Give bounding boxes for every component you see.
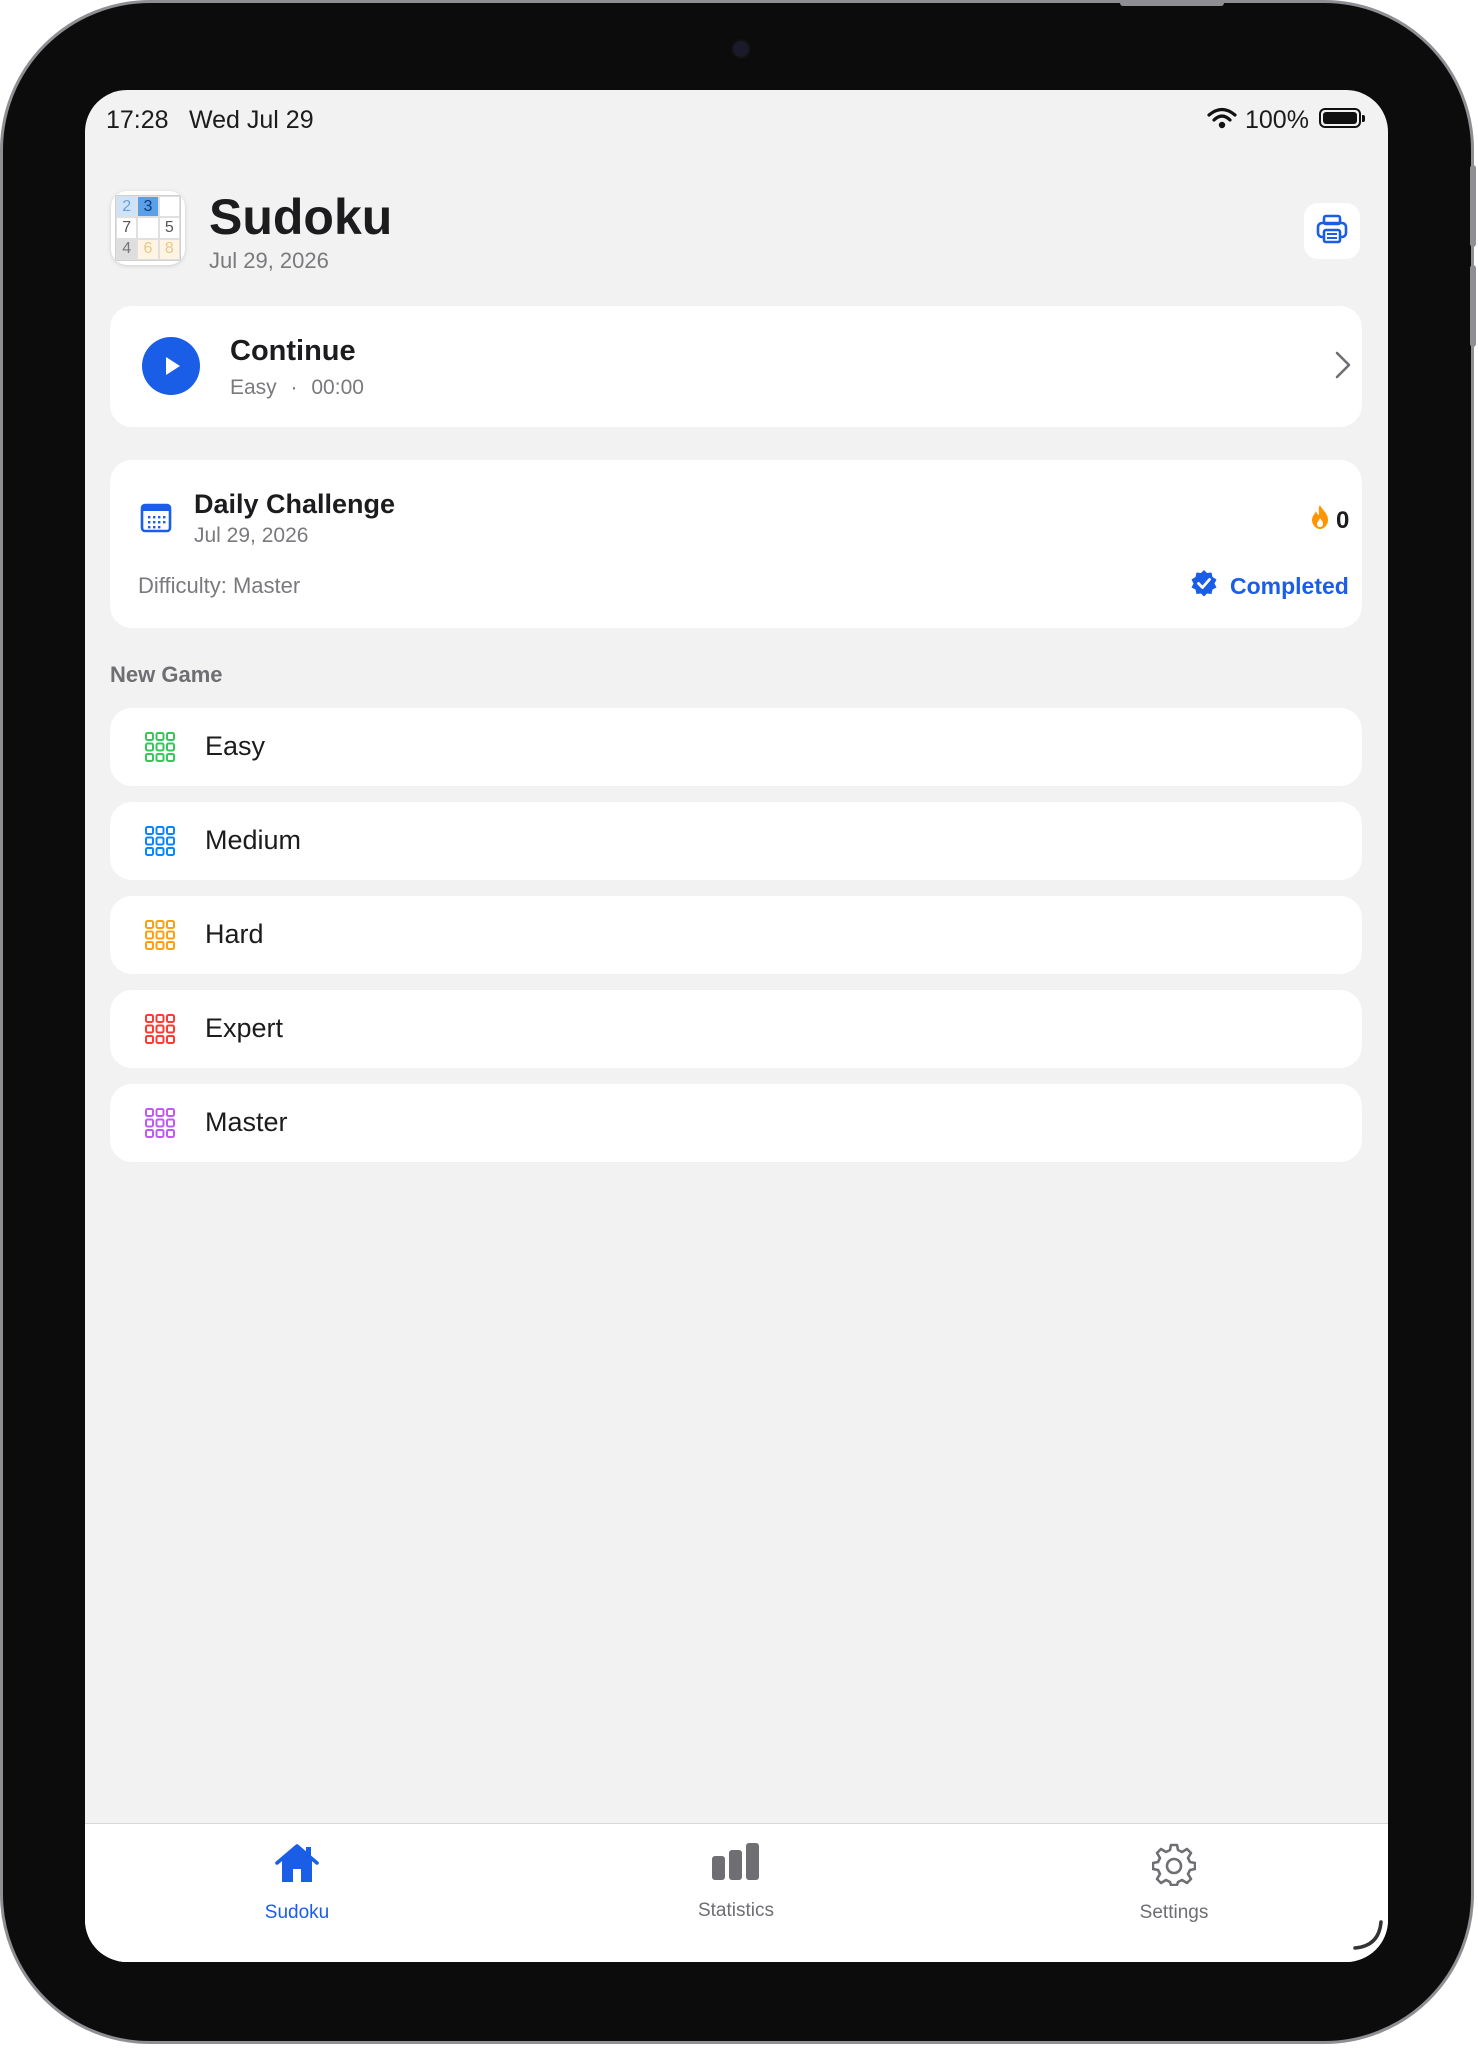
new-game-section-label: New Game — [110, 662, 223, 687]
chevron-right-icon — [1334, 350, 1352, 385]
status-date: Wed Jul 29 — [189, 106, 314, 134]
continue-separator: · — [290, 376, 298, 399]
page-title: Sudoku — [209, 189, 393, 245]
continue-subtitle: Easy · 00:00 — [230, 376, 364, 400]
tab-statistics[interactable]: Statistics — [636, 1824, 836, 1924]
mode-label: Master — [205, 1107, 288, 1137]
flame-icon — [1310, 504, 1330, 537]
daily-challenge-date: Jul 29, 2026 — [194, 524, 309, 547]
app-icon-cell: 8 — [158, 238, 180, 260]
app-icon-cell: 6 — [137, 238, 159, 260]
grid-icon — [144, 731, 176, 768]
daily-challenge-card[interactable]: Daily Challenge Jul 29, 2026 0 Difficult… — [110, 460, 1362, 628]
app-icon-cell — [137, 217, 159, 239]
completed-label: Completed — [1230, 572, 1349, 599]
mode-expert-button[interactable]: Expert — [110, 990, 1362, 1068]
status-bar: 17:28 Wed Jul 29 100% — [85, 90, 1388, 150]
mode-label: Easy — [205, 731, 266, 761]
app-icon: 2 3 7 5 4 6 8 — [111, 191, 185, 265]
grid-icon — [144, 1013, 176, 1050]
app-icon-cell — [158, 196, 180, 218]
front-camera — [733, 41, 749, 57]
tab-label: Sudoku — [264, 1902, 330, 1923]
print-button[interactable] — [1304, 203, 1360, 259]
mode-easy-button[interactable]: Easy — [110, 708, 1362, 786]
tab-settings[interactable]: Settings — [1074, 1824, 1274, 1924]
tab-label: Settings — [1139, 1902, 1209, 1923]
app-icon-cell: 2 — [116, 196, 138, 218]
gear-icon — [1074, 1842, 1274, 1886]
battery-percent: 100% — [1245, 106, 1309, 134]
verified-check-icon — [1190, 569, 1218, 603]
mode-master-button[interactable]: Master — [110, 1084, 1362, 1162]
app-icon-cell: 5 — [158, 217, 180, 239]
wifi-icon — [1207, 107, 1237, 136]
mode-hard-button[interactable]: Hard — [110, 896, 1362, 974]
continue-title: Continue — [230, 335, 356, 367]
tab-label: Statistics — [697, 1900, 775, 1921]
calendar-icon — [140, 502, 172, 539]
mode-label: Expert — [205, 1013, 284, 1043]
daily-challenge-title: Daily Challenge — [194, 489, 396, 519]
streak-count: 0 — [1336, 506, 1350, 534]
printer-icon — [1315, 212, 1349, 251]
battery-icon — [1319, 108, 1365, 128]
continue-time: 00:00 — [311, 376, 364, 399]
app-icon-cell: 7 — [116, 217, 138, 239]
house-icon — [197, 1842, 397, 1886]
tab-bar: Sudoku Statistics Settings — [85, 1823, 1388, 1962]
top-button — [1120, 0, 1224, 6]
grid-icon — [144, 1107, 176, 1144]
app-icon-cell: 4 — [116, 238, 138, 260]
mode-label: Hard — [205, 919, 264, 949]
completed-badge: Completed — [1190, 569, 1349, 603]
mode-label: Medium — [205, 825, 302, 855]
resize-corner-indicator — [1351, 1918, 1385, 1957]
continue-game-card[interactable]: Continue Easy · 00:00 — [110, 306, 1362, 427]
tab-sudoku[interactable]: Sudoku — [197, 1824, 397, 1924]
screen: 17:28 Wed Jul 29 100% 2 3 7 5 4 6 8 Sudo… — [85, 90, 1388, 1962]
volume-down-button — [1470, 265, 1476, 347]
grid-icon — [144, 825, 176, 862]
mode-medium-button[interactable]: Medium — [110, 802, 1362, 880]
daily-difficulty: Difficulty: Master — [138, 573, 301, 598]
status-time: 17:28 — [106, 106, 169, 134]
bar-chart-icon — [636, 1842, 836, 1882]
streak-counter: 0 — [1310, 504, 1349, 537]
app-icon-cell: 3 — [137, 196, 159, 218]
page-date: Jul 29, 2026 — [209, 248, 329, 273]
grid-icon — [144, 919, 176, 956]
play-icon — [142, 337, 200, 395]
volume-up-button — [1470, 165, 1476, 247]
continue-difficulty: Easy — [230, 376, 277, 399]
